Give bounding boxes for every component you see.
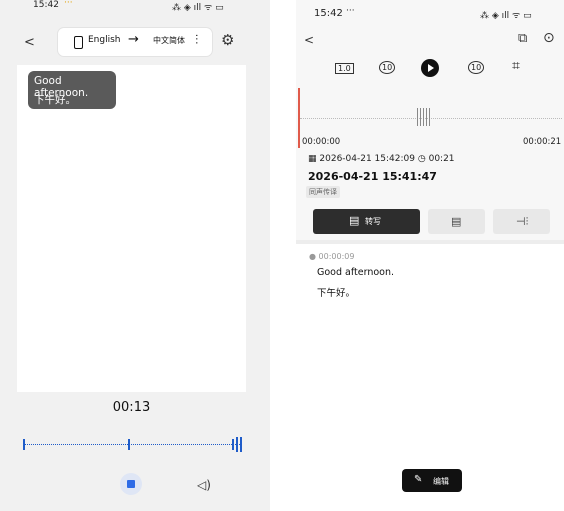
summary-icon: ▤ — [451, 215, 462, 228]
mindmap-icon: ⊣⫶ — [516, 215, 529, 228]
status-icons: ⁂ ◈ ıll ᯤ ▭ — [480, 11, 532, 21]
segment-zh[interactable]: 下午好。 — [317, 285, 355, 299]
waveform-start-time: 00:00:00 — [302, 137, 341, 147]
settings-gear-icon[interactable]: ⚙ — [221, 31, 234, 49]
play-button[interactable] — [421, 59, 439, 77]
clock-icon: ◷ — [417, 154, 426, 164]
status-time: 15:42 — [314, 8, 343, 19]
calendar-icon: ▦ — [308, 154, 317, 164]
waveform[interactable] — [300, 118, 562, 119]
edit-button[interactable]: ✎ 编辑 — [402, 469, 462, 492]
message-bubble: Good afternoon. 下午好。 — [28, 71, 116, 109]
tab-summary[interactable]: ▤ — [428, 209, 485, 234]
playback-speed-button[interactable]: 1.0 — [335, 63, 354, 74]
recording-meta: ▦ 2026-04-21 15:42:09 ◷ 00:21 — [308, 154, 455, 164]
tab-mindmap[interactable]: ⊣⫶ — [493, 209, 550, 234]
status-time: 15:42 — [33, 0, 59, 10]
recording-timer: 00:13 — [112, 400, 151, 415]
crop-icon[interactable]: ⌗ — [512, 58, 520, 74]
waveform-end-time: 00:00:21 — [523, 137, 562, 147]
status-extra: ··· — [346, 6, 355, 16]
track-tick — [232, 439, 234, 450]
tab-transcribe[interactable]: ▤ 转写 — [313, 209, 420, 234]
segment-time: ● 00:00:09 — [309, 252, 355, 261]
stop-icon — [127, 480, 135, 488]
divider — [296, 240, 564, 244]
recording-title: 2026-04-21 15:41:47 — [308, 170, 437, 183]
back-icon[interactable]: < — [304, 33, 314, 47]
earbuds-icon: ⫶ — [195, 33, 199, 48]
source-language[interactable]: English — [88, 35, 121, 45]
document-icon: ▤ — [349, 214, 360, 227]
message-zh: 下午好。 — [34, 94, 76, 106]
more-options-icon[interactable]: ⊙ — [543, 30, 555, 46]
track-tick — [240, 437, 242, 452]
audio-level-track — [24, 444, 240, 445]
speaker-icon[interactable]: ◁) — [197, 478, 211, 492]
tab-transcribe-label: 转写 — [365, 217, 381, 226]
segment-en[interactable]: Good afternoon. — [317, 267, 394, 278]
status-extra: ··· — [64, 0, 73, 8]
edit-label: 编辑 — [433, 477, 449, 486]
track-tick — [236, 437, 238, 452]
phone-icon — [74, 36, 83, 49]
recording-duration: 00:21 — [428, 154, 455, 164]
live-translate-screen: 15:42 ··· ⁂ ◈ ıll ᯤ ▭ < English → 中文简体 ⫶… — [0, 0, 270, 511]
recording-tag: 同声传译 — [306, 186, 340, 198]
recording-date: 2026-04-21 15:42:09 — [319, 154, 415, 164]
waveform-peak — [417, 108, 431, 126]
pen-icon: ✎ — [414, 474, 423, 485]
share-icon[interactable]: ⧉ — [518, 31, 527, 46]
arrow-right-icon: → — [128, 32, 139, 47]
target-language[interactable]: 中文简体 — [153, 35, 185, 46]
language-selector[interactable]: English → 中文简体 ⫶ — [58, 28, 212, 56]
conversation-area — [17, 65, 246, 392]
back-icon[interactable]: < — [24, 35, 35, 50]
track-tick — [128, 439, 130, 450]
status-icons: ⁂ ◈ ıll ᯤ ▭ — [172, 3, 224, 13]
track-tick — [23, 439, 25, 450]
